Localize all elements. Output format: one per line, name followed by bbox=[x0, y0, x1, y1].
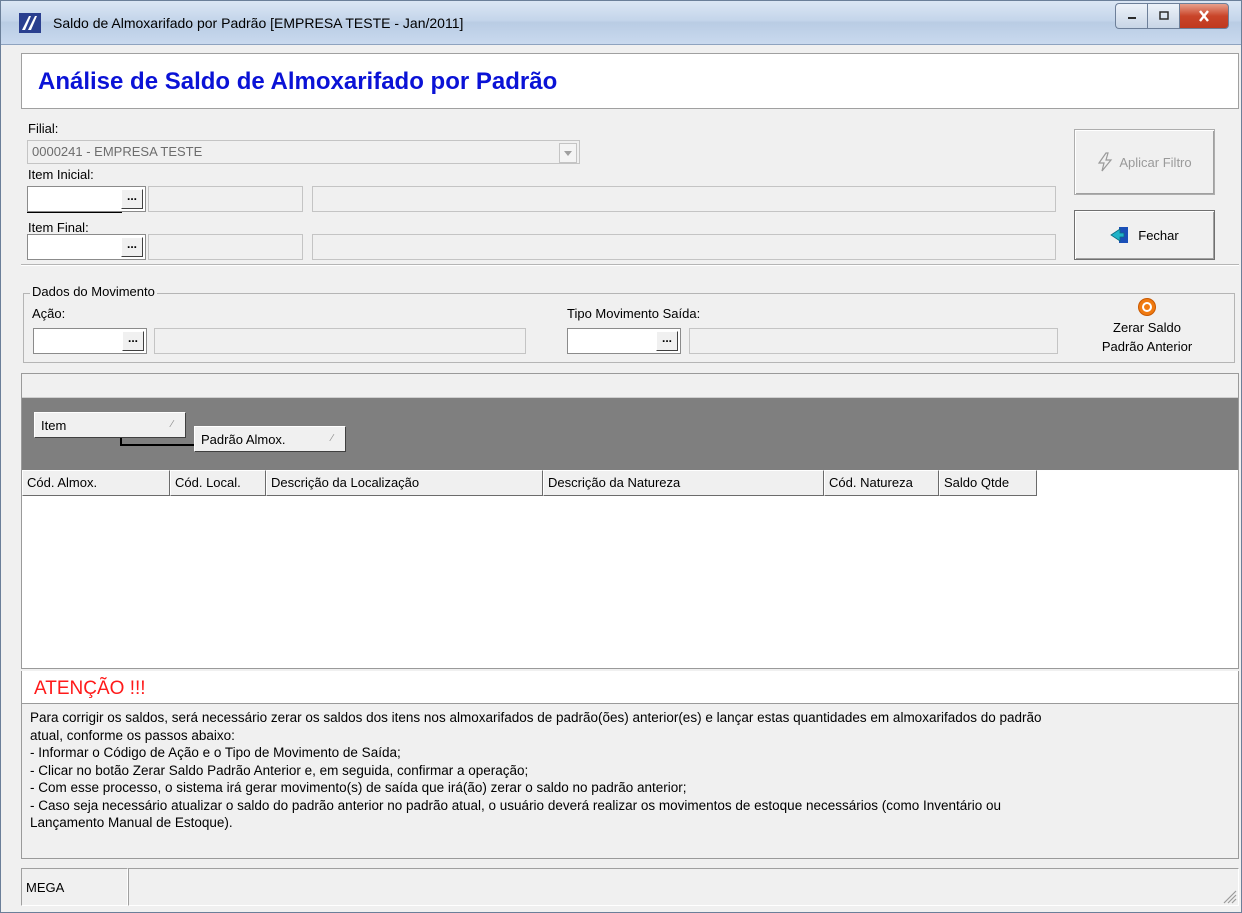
acao-description-field bbox=[154, 328, 526, 354]
title-bar[interactable]: Saldo de Almoxarifado por Padrão [EMPRES… bbox=[1, 1, 1241, 45]
group-chip-item[interactable]: Item ∕ bbox=[34, 412, 186, 438]
aplicar-filtro-button[interactable]: Aplicar Filtro bbox=[1074, 129, 1215, 195]
filial-label: Filial: bbox=[28, 121, 59, 136]
maximize-icon bbox=[1158, 11, 1169, 20]
item-inicial-lookup-button[interactable]: ... bbox=[121, 189, 143, 209]
item-final-ref-field bbox=[148, 234, 303, 260]
app-logo-icon bbox=[19, 13, 41, 33]
column-header-descricao-localizacao[interactable]: Descrição da Localização bbox=[266, 470, 543, 496]
header-panel: Análise de Saldo de Almoxarifado por Pad… bbox=[21, 53, 1239, 109]
item-inicial-description-field bbox=[312, 186, 1056, 212]
fechar-button[interactable]: Fechar bbox=[1074, 210, 1215, 260]
sort-ascending-icon: ∕ bbox=[331, 433, 333, 444]
instruction-line: - Informar o Código de Ação e o Tipo de … bbox=[30, 745, 401, 760]
close-button[interactable] bbox=[1179, 3, 1229, 29]
item-final-description-field bbox=[312, 234, 1056, 260]
tipo-movimento-lookup-button[interactable]: ... bbox=[656, 331, 678, 351]
tipo-movimento-label: Tipo Movimento Saída: bbox=[567, 306, 701, 321]
app-window: Saldo de Almoxarifado por Padrão [EMPRES… bbox=[0, 0, 1242, 913]
column-header-cod-natureza[interactable]: Cód. Natureza bbox=[824, 470, 939, 496]
minimize-button[interactable] bbox=[1115, 3, 1147, 29]
sort-ascending-icon: ∕ bbox=[171, 419, 173, 430]
instructions-memo[interactable]: Para corrigir os saldos, será necessário… bbox=[21, 703, 1239, 859]
status-panel-message bbox=[128, 868, 1239, 906]
item-inicial-label: Item Inicial: bbox=[28, 167, 94, 182]
status-panel-user: MEGA bbox=[21, 868, 128, 906]
chevron-down-icon bbox=[564, 150, 572, 156]
item-final-code-input[interactable]: ... bbox=[27, 234, 146, 260]
column-headers: Cód. Almox. Cód. Local. Descrição da Loc… bbox=[22, 470, 1037, 496]
client-area: Análise de Saldo de Almoxarifado por Pad… bbox=[21, 53, 1239, 908]
results-grid[interactable]: Item ∕ Padrão Almox. ∕ Cód. Almox. Cód. … bbox=[21, 373, 1239, 669]
filial-value: 0000241 - EMPRESA TESTE bbox=[32, 144, 203, 159]
tipo-movimento-code-input[interactable]: ... bbox=[567, 328, 681, 354]
grid-top-band bbox=[22, 374, 1238, 398]
target-icon bbox=[1138, 298, 1156, 316]
acao-label: Ação: bbox=[32, 306, 66, 321]
item-final-lookup-button[interactable]: ... bbox=[121, 237, 143, 257]
tipo-movimento-description-field bbox=[689, 328, 1058, 354]
column-header-descricao-natureza[interactable]: Descrição da Natureza bbox=[543, 470, 824, 496]
lightning-icon bbox=[1098, 152, 1113, 172]
aplicar-filtro-label: Aplicar Filtro bbox=[1119, 154, 1192, 170]
zerar-label-line2: Padrão Anterior bbox=[1101, 339, 1193, 354]
page-title: Análise de Saldo de Almoxarifado por Pad… bbox=[38, 68, 558, 95]
group-connector bbox=[120, 444, 194, 446]
column-header-cod-almox[interactable]: Cód. Almox. bbox=[22, 470, 170, 496]
column-header-cod-local[interactable]: Cód. Local. bbox=[170, 470, 266, 496]
maximize-button[interactable] bbox=[1147, 3, 1179, 29]
filial-combo[interactable]: 0000241 - EMPRESA TESTE bbox=[27, 140, 580, 164]
attention-title: ATENÇÃO !!! bbox=[34, 678, 146, 699]
instruction-line: atual, conforme os passos abaixo: bbox=[30, 727, 235, 743]
group-chip-padrao-label: Padrão Almox. bbox=[201, 432, 286, 447]
filial-dropdown-arrow[interactable] bbox=[559, 143, 577, 163]
dados-movimento-title: Dados do Movimento bbox=[30, 284, 157, 299]
item-final-label: Item Final: bbox=[28, 220, 89, 235]
group-chip-item-label: Item bbox=[41, 418, 67, 433]
exit-door-icon bbox=[1110, 227, 1129, 243]
group-by-area[interactable]: Item ∕ Padrão Almox. ∕ bbox=[22, 398, 1238, 470]
group-chip-padrao[interactable]: Padrão Almox. ∕ bbox=[194, 426, 346, 452]
attention-banner: ATENÇÃO !!! bbox=[21, 671, 1239, 703]
instruction-line: Para corrigir os saldos, será necessário… bbox=[30, 710, 1042, 725]
separator bbox=[21, 264, 1239, 266]
instruction-line: - Clicar no botão Zerar Saldo Padrão Ant… bbox=[30, 762, 529, 778]
acao-code-input[interactable]: ... bbox=[33, 328, 147, 354]
column-header-saldo-qtde[interactable]: Saldo Qtde bbox=[939, 470, 1037, 496]
item-inicial-ref-field bbox=[148, 186, 303, 212]
minimize-icon bbox=[1127, 17, 1136, 19]
instruction-line: - Caso seja necessário atualizar o saldo… bbox=[30, 797, 1002, 813]
fechar-label: Fechar bbox=[1138, 227, 1179, 243]
item-inicial-code-input[interactable]: ... bbox=[27, 186, 146, 212]
zerar-label-line1: Zerar Saldo bbox=[1113, 320, 1181, 335]
zerar-saldo-button[interactable]: Zerar Saldo Padrão Anterior bbox=[1084, 297, 1210, 356]
resize-grip-icon[interactable] bbox=[1219, 886, 1237, 904]
close-icon bbox=[1199, 10, 1209, 22]
window-title: Saldo de Almoxarifado por Padrão [EMPRES… bbox=[53, 15, 464, 31]
status-bar: MEGA bbox=[21, 868, 1239, 906]
instruction-line: - Com esse processo, o sistema irá gerar… bbox=[30, 780, 687, 795]
focus-underline bbox=[27, 212, 122, 213]
acao-lookup-button[interactable]: ... bbox=[122, 331, 144, 351]
instruction-line: Lançamento Manual de Estoque). bbox=[30, 815, 233, 830]
